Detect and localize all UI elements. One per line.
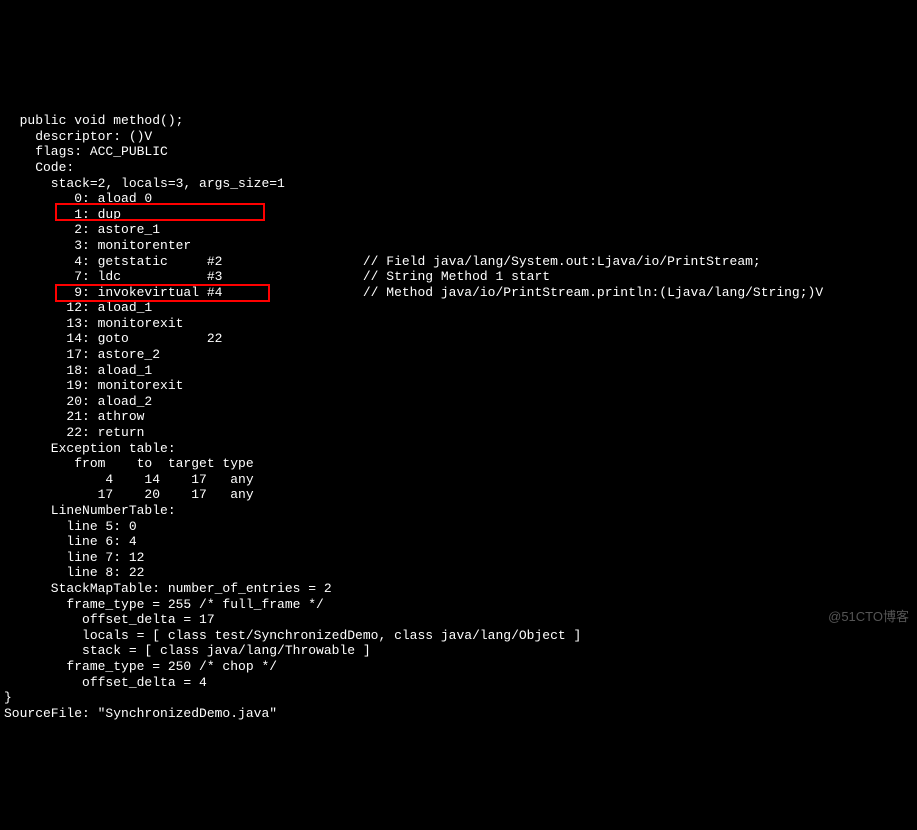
code-line: 3: monitorenter <box>4 238 913 254</box>
code-line: line 5: 0 <box>4 519 913 535</box>
code-line: 2: astore_1 <box>4 222 913 238</box>
code-line: 17 20 17 any <box>4 487 913 503</box>
code-line: SourceFile: "SynchronizedDemo.java" <box>4 706 913 722</box>
code-line: 19: monitorexit <box>4 378 913 394</box>
watermark: @51CTO博客 <box>828 609 909 625</box>
code-line: 1: dup <box>4 207 913 223</box>
code-line: 4 14 17 any <box>4 472 913 488</box>
code-line: 22: return <box>4 425 913 441</box>
code-line: frame_type = 255 /* full_frame */ <box>4 597 913 613</box>
code-line: 17: astore_2 <box>4 347 913 363</box>
code-line: 13: monitorexit <box>4 316 913 332</box>
bytecode-output: public void method(); descriptor: ()V fl… <box>4 66 913 721</box>
code-line: frame_type = 250 /* chop */ <box>4 659 913 675</box>
code-line: Exception table: <box>4 441 913 457</box>
code-line: 18: aload_1 <box>4 363 913 379</box>
code-line: line 8: 22 <box>4 565 913 581</box>
code-line: } <box>4 690 913 706</box>
code-line: flags: ACC_PUBLIC <box>4 144 913 160</box>
code-line: from to target type <box>4 456 913 472</box>
code-line: 14: goto 22 <box>4 331 913 347</box>
code-line: stack=2, locals=3, args_size=1 <box>4 176 913 192</box>
code-line: 7: ldc #3 // String Method 1 start <box>4 269 913 285</box>
code-line: StackMapTable: number_of_entries = 2 <box>4 581 913 597</box>
code-line: offset_delta = 4 <box>4 675 913 691</box>
code-line: line 6: 4 <box>4 534 913 550</box>
code-line: stack = [ class java/lang/Throwable ] <box>4 643 913 659</box>
code-line: LineNumberTable: <box>4 503 913 519</box>
code-line: 21: athrow <box>4 409 913 425</box>
code-line: 0: aload_0 <box>4 191 913 207</box>
code-line: 20: aload_2 <box>4 394 913 410</box>
code-line: line 7: 12 <box>4 550 913 566</box>
code-line: public void method(); <box>4 113 913 129</box>
code-line: descriptor: ()V <box>4 129 913 145</box>
code-line: offset_delta = 17 <box>4 612 913 628</box>
code-line: 9: invokevirtual #4 // Method java/io/Pr… <box>4 285 913 301</box>
code-line: 4: getstatic #2 // Field java/lang/Syste… <box>4 254 913 270</box>
code-line: locals = [ class test/SynchronizedDemo, … <box>4 628 913 644</box>
code-line: Code: <box>4 160 913 176</box>
code-line: 12: aload_1 <box>4 300 913 316</box>
